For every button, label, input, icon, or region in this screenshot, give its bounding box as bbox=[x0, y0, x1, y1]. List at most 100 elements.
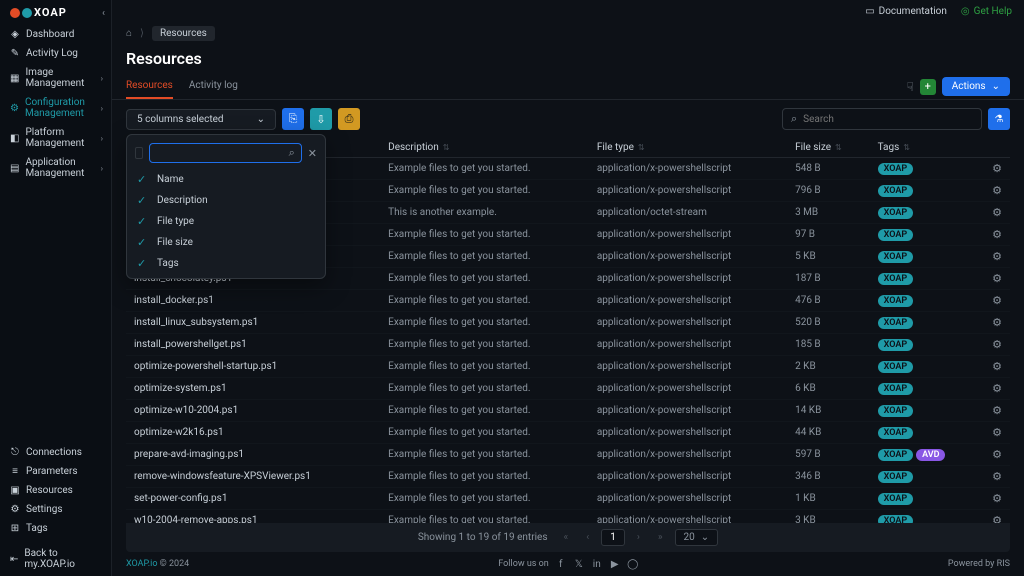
column-option-description[interactable]: ✓Description bbox=[127, 190, 325, 211]
twitter-icon[interactable]: 𝕏 bbox=[573, 558, 585, 570]
col-header-file-size[interactable]: File size⇅ bbox=[787, 138, 870, 158]
main: ▭ Documentation ◎ Get Help ⌂ ⟩ Resources… bbox=[112, 0, 1024, 576]
row-settings-icon[interactable]: ⚙ bbox=[984, 422, 1010, 444]
table-row[interactable]: remove-windowsfeature-XPSViewer.ps1 Exam… bbox=[126, 466, 1010, 488]
row-settings-icon[interactable]: ⚙ bbox=[984, 510, 1010, 524]
cell-filetype: application/x-powershellscript bbox=[589, 334, 787, 356]
first-page-button[interactable]: « bbox=[557, 530, 574, 545]
youtube-icon[interactable]: ▶ bbox=[609, 558, 621, 570]
table-row[interactable]: optimize-powershell-startup.ps1 Example … bbox=[126, 356, 1010, 378]
prev-page-button[interactable]: ‹ bbox=[580, 530, 595, 545]
col-header-description[interactable]: Description⇅ bbox=[380, 138, 589, 158]
sidebar-item-image-management[interactable]: ▦Image Management› bbox=[0, 63, 111, 93]
copy-button[interactable]: ⎘ bbox=[282, 108, 304, 130]
get-help-link[interactable]: ◎ Get Help bbox=[961, 6, 1012, 17]
documentation-link[interactable]: ▭ Documentation bbox=[865, 6, 947, 17]
back-link[interactable]: ⇤ Back to my.XOAP.io bbox=[0, 542, 111, 576]
breadcrumb-separator: ⟩ bbox=[140, 28, 144, 39]
tab-activity-log[interactable]: Activity log bbox=[189, 74, 238, 99]
table-row[interactable]: optimize-system.ps1 Example files to get… bbox=[126, 378, 1010, 400]
check-icon: ✓ bbox=[137, 215, 149, 228]
row-settings-icon[interactable]: ⚙ bbox=[984, 290, 1010, 312]
row-settings-icon[interactable]: ⚙ bbox=[984, 202, 1010, 224]
sidebar-collapse-icon[interactable]: ‹ bbox=[102, 8, 105, 19]
linkedin-icon[interactable]: in bbox=[591, 558, 603, 570]
sort-icon: ⇅ bbox=[443, 143, 450, 152]
cell-filetype: application/octet-stream bbox=[589, 202, 787, 224]
search-box[interactable]: ⌕ bbox=[782, 108, 982, 130]
sidebar-item-tags[interactable]: ⊞Tags bbox=[0, 519, 111, 538]
column-option-file-type[interactable]: ✓File type bbox=[127, 211, 325, 232]
row-settings-icon[interactable]: ⚙ bbox=[984, 444, 1010, 466]
book-icon: ▭ bbox=[865, 6, 874, 17]
page-title: Resources bbox=[112, 45, 1024, 74]
filter-button[interactable]: ⚗ bbox=[988, 108, 1010, 130]
table-row[interactable]: prepare-avd-imaging.ps1 Example files to… bbox=[126, 444, 1010, 466]
close-icon[interactable]: ✕ bbox=[308, 147, 317, 160]
row-settings-icon[interactable]: ⚙ bbox=[984, 180, 1010, 202]
col-header-tags[interactable]: Tags⇅ bbox=[870, 138, 984, 158]
columns-selector[interactable]: 5 columns selected ⌄ bbox=[126, 109, 276, 130]
footer-brand-link[interactable]: XOAP.io bbox=[126, 559, 157, 569]
nav-icon: ▣ bbox=[10, 485, 20, 496]
table-row[interactable]: optimize-w10-2004.ps1 Example files to g… bbox=[126, 400, 1010, 422]
back-label: Back to my.XOAP.io bbox=[24, 548, 101, 570]
next-page-button[interactable]: › bbox=[631, 530, 646, 545]
sidebar-item-resources[interactable]: ▣Resources bbox=[0, 481, 111, 500]
row-settings-icon[interactable]: ⚙ bbox=[984, 356, 1010, 378]
row-settings-icon[interactable]: ⚙ bbox=[984, 488, 1010, 510]
column-option-tags[interactable]: ✓Tags bbox=[127, 253, 325, 274]
col-header-file-type[interactable]: File type⇅ bbox=[589, 138, 787, 158]
nav-icon: ⊞ bbox=[10, 523, 20, 534]
sidebar-item-platform-management[interactable]: ◧Platform Management› bbox=[0, 123, 111, 153]
column-option-file-size[interactable]: ✓File size bbox=[127, 232, 325, 253]
cell-filesize: 476 B bbox=[787, 290, 870, 312]
add-button[interactable]: + bbox=[920, 79, 936, 95]
table-row[interactable]: install_powershellget.ps1 Example files … bbox=[126, 334, 1010, 356]
table-row[interactable]: install_linux_subsystem.ps1 Example file… bbox=[126, 312, 1010, 334]
actions-dropdown[interactable]: Actions ⌄ bbox=[942, 77, 1010, 96]
table-row[interactable]: set-power-config.ps1 Example files to ge… bbox=[126, 488, 1010, 510]
sidebar-item-dashboard[interactable]: ◈Dashboard bbox=[0, 25, 111, 44]
page-size-selector[interactable]: 20 ⌄ bbox=[675, 529, 719, 546]
cell-filesize: 520 B bbox=[787, 312, 870, 334]
sidebar-item-settings[interactable]: ⚙Settings bbox=[0, 500, 111, 519]
facebook-icon[interactable]: f bbox=[555, 558, 567, 570]
row-settings-icon[interactable]: ⚙ bbox=[984, 378, 1010, 400]
cell-filetype: application/x-powershellscript bbox=[589, 224, 787, 246]
row-settings-icon[interactable]: ⚙ bbox=[984, 268, 1010, 290]
nav-icon: ◈ bbox=[10, 29, 20, 40]
cell-filesize: 3 KB bbox=[787, 510, 870, 524]
cell-name: optimize-w2k16.ps1 bbox=[126, 422, 380, 444]
column-option-name[interactable]: ✓Name bbox=[127, 169, 325, 190]
github-icon[interactable]: ◯ bbox=[627, 558, 639, 570]
row-settings-icon[interactable]: ⚙ bbox=[984, 312, 1010, 334]
sidebar-item-activity-log[interactable]: ✎Activity Log bbox=[0, 44, 111, 63]
columns-filter-input[interactable] bbox=[156, 148, 289, 159]
sidebar-item-application-management[interactable]: ▤Application Management› bbox=[0, 153, 111, 183]
row-settings-icon[interactable]: ⚙ bbox=[984, 246, 1010, 268]
row-settings-icon[interactable]: ⚙ bbox=[984, 466, 1010, 488]
tag-badge: XOAP bbox=[878, 383, 913, 395]
sidebar-item-connections[interactable]: ⎋Connections bbox=[0, 443, 111, 462]
tab-resources[interactable]: Resources bbox=[126, 74, 173, 99]
export-button[interactable]: ⇩ bbox=[310, 108, 332, 130]
sidebar-item-parameters[interactable]: ≡Parameters bbox=[0, 462, 111, 481]
row-settings-icon[interactable]: ⚙ bbox=[984, 400, 1010, 422]
table-row[interactable]: install_docker.ps1 Example files to get … bbox=[126, 290, 1010, 312]
row-settings-icon[interactable]: ⚙ bbox=[984, 334, 1010, 356]
row-settings-icon[interactable]: ⚙ bbox=[984, 158, 1010, 180]
sidebar-item-configuration-management[interactable]: ⚙Configuration Management› bbox=[0, 93, 111, 123]
table-row[interactable]: w10-2004-remove-apps.ps1 Example files t… bbox=[126, 510, 1010, 524]
cell-tags: XOAPAVD bbox=[870, 444, 984, 466]
cell-filetype: application/x-powershellscript bbox=[589, 246, 787, 268]
cell-filetype: application/x-powershellscript bbox=[589, 180, 787, 202]
home-icon[interactable]: ⌂ bbox=[126, 28, 132, 39]
cell-name: w10-2004-remove-apps.ps1 bbox=[126, 510, 380, 524]
print-button[interactable]: ⎙ bbox=[338, 108, 360, 130]
row-settings-icon[interactable]: ⚙ bbox=[984, 224, 1010, 246]
search-input[interactable] bbox=[803, 114, 973, 125]
select-all-checkbox[interactable] bbox=[135, 147, 143, 159]
table-row[interactable]: optimize-w2k16.ps1 Example files to get … bbox=[126, 422, 1010, 444]
last-page-button[interactable]: » bbox=[652, 530, 669, 545]
